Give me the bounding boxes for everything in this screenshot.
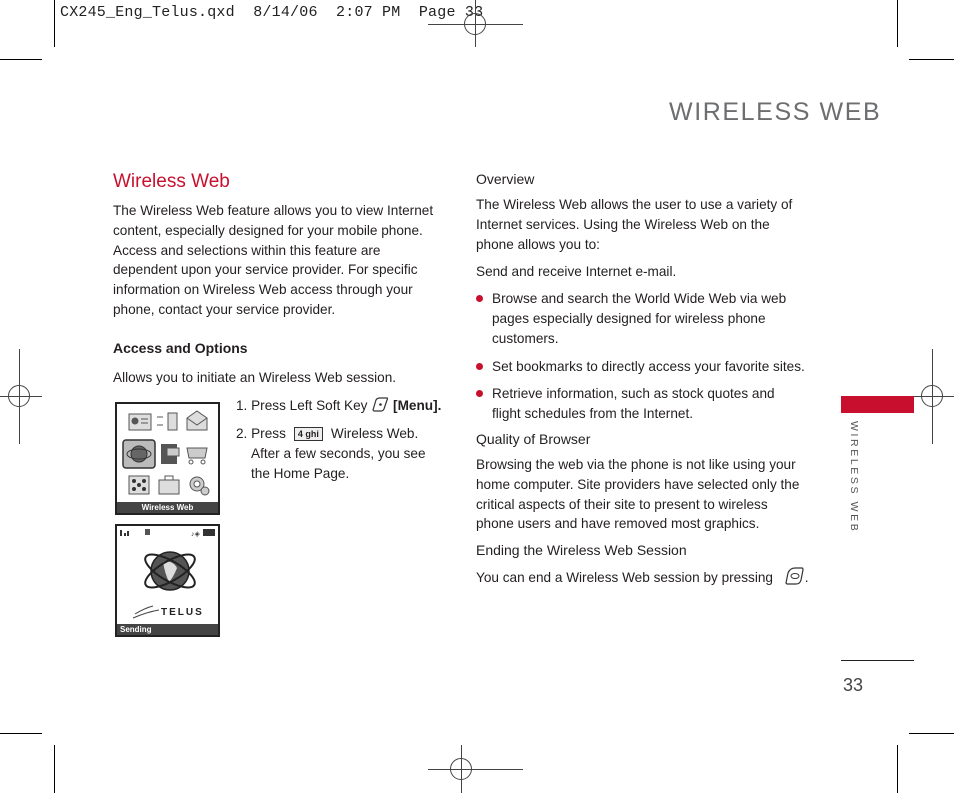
menu-caption: Wireless Web — [141, 503, 194, 512]
crop-mark — [0, 733, 42, 734]
overview-text: The Wireless Web allows the user to use … — [476, 197, 793, 252]
end-key-icon — [783, 566, 805, 592]
tools-icon — [158, 475, 180, 495]
games-icon — [128, 475, 150, 495]
bullet-item: Retrieve information, such as stock quot… — [476, 384, 806, 424]
step-2-text: 2. Press — [236, 426, 286, 441]
status-icon — [145, 529, 150, 535]
bullet-item: Browse and search the World Wide Web via… — [476, 289, 806, 348]
side-tab-label: WIRELESS WEB — [848, 421, 860, 534]
crop-mark — [897, 745, 898, 793]
phone-menu-screen: Wireless Web — [115, 402, 220, 515]
side-tab-bar — [841, 396, 914, 413]
step-2: 2. Press 4 ghi Wireless Web. After a few s… — [236, 424, 446, 483]
crop-mark — [909, 59, 954, 60]
key-4-icon: 4 ghi — [293, 427, 323, 441]
telus-globe-logo — [144, 551, 196, 591]
chapter-header: WIRELESS WEB — [669, 98, 882, 126]
media-icon — [161, 444, 180, 464]
contacts-icon — [128, 413, 152, 431]
bullet-text: Set bookmarks to directly access your fa… — [492, 358, 805, 374]
call-log-icon — [157, 412, 178, 431]
bullet-icon — [476, 390, 483, 398]
signal-icon — [120, 530, 129, 536]
telus-brand: TELUS — [161, 607, 204, 618]
overview-heading: Overview — [476, 171, 535, 187]
quality-heading: Quality of Browser — [476, 430, 591, 447]
messages-icon — [186, 410, 208, 431]
right-column: Overview The Wireless Web allows the use… — [476, 171, 809, 592]
bullet-text: Browse and search the World Wide Web via… — [492, 291, 787, 346]
file-slug: CX245_Eng_Telus.qxd 8/14/06 2:07 PM Page… — [60, 4, 484, 21]
settings-gear-icon — [189, 476, 210, 496]
step-1: 1. Press Left Soft Key [Menu]. — [236, 396, 441, 418]
page-number: 33 — [843, 675, 864, 695]
bullet-text: Retrieve information, such as stock quot… — [492, 386, 775, 422]
bullet-item: Set bookmarks to directly access your fa… — [476, 357, 806, 377]
section-title: Wireless Web — [113, 171, 230, 192]
battery-icon — [203, 529, 215, 536]
menu-label: [Menu]. — [393, 398, 442, 413]
intro-paragraph: The Wireless Web feature allows you to v… — [113, 203, 434, 317]
send-email-text: Send and receive Internet e-mail. — [476, 264, 677, 280]
svg-text:♪◈: ♪◈ — [191, 531, 201, 538]
bullet-icon — [476, 362, 483, 370]
bullet-icon — [476, 295, 483, 303]
access-heading: Access and Options — [113, 340, 248, 356]
wireless-web-label: Wireless Web. — [330, 426, 419, 441]
page-number-rule — [841, 660, 914, 661]
left-soft-key-icon — [371, 397, 389, 418]
crop-mark — [909, 733, 954, 734]
ending-heading: Ending the Wireless Web Session — [476, 542, 687, 559]
telus-swoosh-icon — [132, 605, 160, 619]
shopping-cart-icon — [186, 447, 208, 465]
ending-paragraph: You can end a Wireless Web session by pr… — [476, 566, 809, 592]
crop-mark — [54, 0, 55, 47]
crop-mark — [0, 59, 42, 60]
step-1-text: 1. Press Left Soft Key — [236, 398, 368, 413]
crop-mark — [54, 745, 55, 793]
crop-mark — [897, 0, 898, 47]
access-text: Allows you to initiate an Wireless Web s… — [113, 370, 397, 385]
step-2-continuation: After a few seconds, you see the Home Pa… — [251, 445, 426, 481]
ending-text: You can end a Wireless Web session by pr… — [476, 570, 773, 586]
quality-text: Browsing the web via the phone is not li… — [476, 456, 800, 532]
soft-key-left-label: Sending — [120, 625, 152, 634]
phone-home-screen: ♪◈ TELUS Sending — [115, 524, 220, 637]
